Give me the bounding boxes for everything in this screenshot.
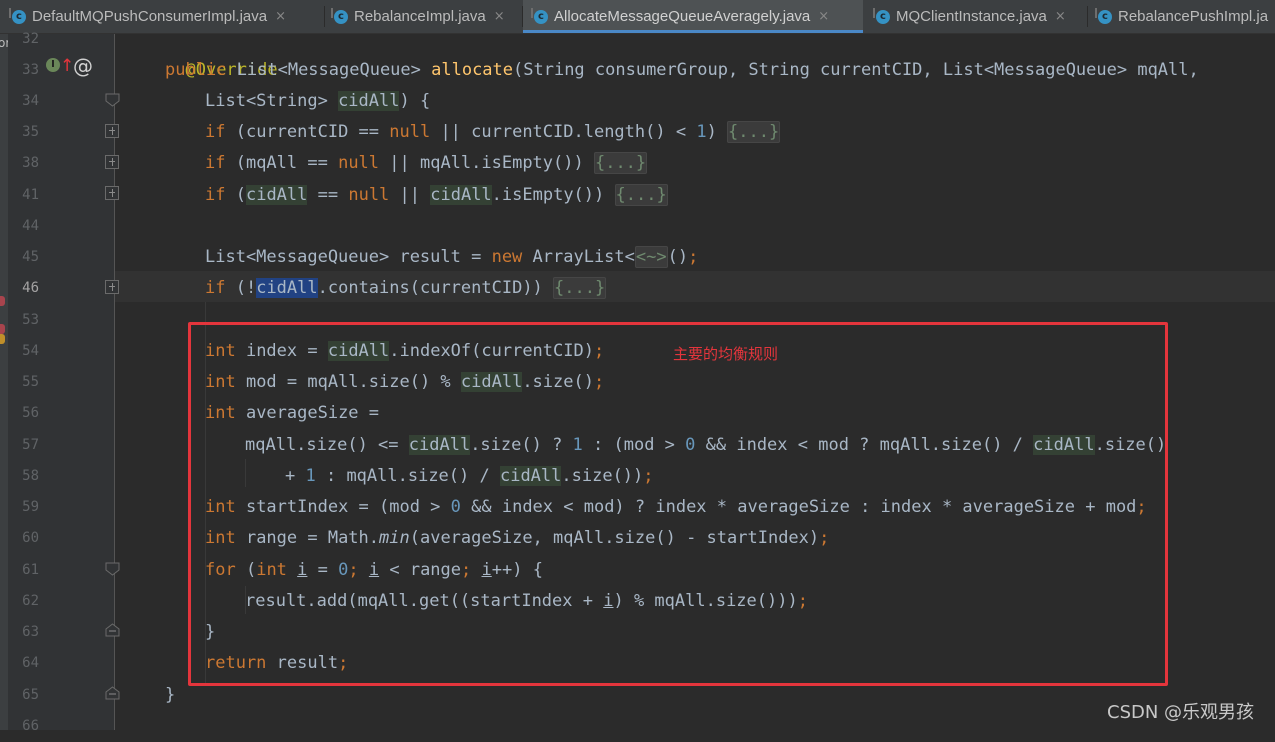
line-number-current: 46 — [22, 280, 39, 296]
warning-marker-icon — [0, 334, 5, 344]
java-class-icon: c — [9, 7, 26, 24]
line-number: 57 — [22, 437, 39, 453]
code-line-45[interactable]: List<MessageQueue> result = new ArrayLis… — [205, 242, 698, 273]
fold-expand-icon[interactable] — [105, 186, 119, 200]
project-panel-edge: or — [0, 34, 10, 730]
line-number: 53 — [22, 312, 39, 328]
code-line-34[interactable]: List<String> cidAll) { — [205, 86, 430, 117]
code-line-65[interactable]: } — [165, 680, 175, 711]
close-icon[interactable]: × — [275, 9, 286, 24]
implements-icon[interactable]: I — [46, 58, 60, 72]
java-class-icon: c — [531, 7, 548, 24]
tab-rebalance-push-impl[interactable]: c RebalancePushImpl.ja — [1095, 0, 1269, 33]
annotation-icon[interactable]: @ — [73, 54, 93, 78]
code-line-38[interactable]: if (mqAll == null || mqAll.isEmpty()) {.… — [205, 148, 648, 179]
line-number: 41 — [22, 187, 39, 203]
line-number: 45 — [22, 249, 39, 265]
line-number: 62 — [22, 593, 39, 609]
line-number: 66 — [22, 718, 39, 734]
tab-label: RebalancePushImpl.ja — [1118, 8, 1269, 25]
java-class-icon: c — [331, 7, 348, 24]
line-number: 34 — [22, 93, 39, 109]
line-number: 58 — [22, 468, 39, 484]
highlight-box — [188, 322, 1168, 686]
line-number: 32 — [22, 31, 39, 47]
watermark: CSDN @乐观男孩 — [1107, 702, 1255, 723]
line-number: 54 — [22, 343, 39, 359]
line-number: 35 — [22, 124, 39, 140]
line-number: 65 — [22, 687, 39, 703]
folded-block[interactable]: {...} — [727, 121, 781, 143]
fold-expand-icon[interactable] — [105, 155, 119, 169]
folded-block[interactable]: {...} — [553, 277, 607, 299]
line-number: 55 — [22, 374, 39, 390]
line-number: 61 — [22, 562, 39, 578]
fold-expand-icon[interactable] — [105, 124, 119, 138]
code-line-46[interactable]: if (!cidAll.contains(currentCID)) {...} — [205, 273, 607, 304]
annotation-note: 主要的均衡规则 — [673, 345, 779, 363]
error-marker-icon — [0, 324, 5, 334]
line-number: 33 — [22, 62, 39, 78]
fold-expand-icon[interactable] — [105, 280, 119, 294]
close-icon[interactable]: × — [818, 9, 829, 24]
tab-label: AllocateMessageQueueAveragely.java — [554, 8, 811, 25]
tab-label: MQClientInstance.java — [896, 8, 1047, 25]
code-line-32[interactable]: @Override — [165, 24, 277, 80]
folded-block[interactable]: {...} — [593, 152, 648, 174]
tab-mq-client-instance[interactable]: c MQClientInstance.java × — [873, 0, 1066, 33]
folded-block[interactable]: {...} — [614, 184, 668, 206]
tab-allocate-message-queue-averagely[interactable]: c AllocateMessageQueueAveragely.java × — [523, 0, 863, 33]
code-line-41[interactable]: if (cidAll == null || cidAll.isEmpty()) … — [205, 180, 668, 211]
line-number: 44 — [22, 218, 39, 234]
java-class-icon: c — [873, 7, 890, 24]
close-icon[interactable]: × — [1055, 9, 1066, 24]
code-line-33[interactable]: public List<MessageQueue> allocate(Strin… — [165, 55, 1199, 86]
java-class-icon: c — [1095, 7, 1112, 24]
tab-label: DefaultMQPushConsumerImpl.java — [32, 8, 268, 25]
close-icon[interactable]: × — [494, 9, 505, 24]
line-number: 63 — [22, 624, 39, 640]
line-number: 38 — [22, 155, 39, 171]
code-line-35[interactable]: if (currentCID == null || currentCID.len… — [205, 117, 781, 148]
line-number: 56 — [22, 405, 39, 421]
error-marker-icon — [0, 296, 5, 306]
line-number: 64 — [22, 655, 39, 671]
line-number: 59 — [22, 499, 39, 515]
line-number: 60 — [22, 530, 39, 546]
tab-rebalance-impl[interactable]: c RebalanceImpl.java × — [331, 0, 505, 33]
tab-label: RebalanceImpl.java — [354, 8, 486, 25]
